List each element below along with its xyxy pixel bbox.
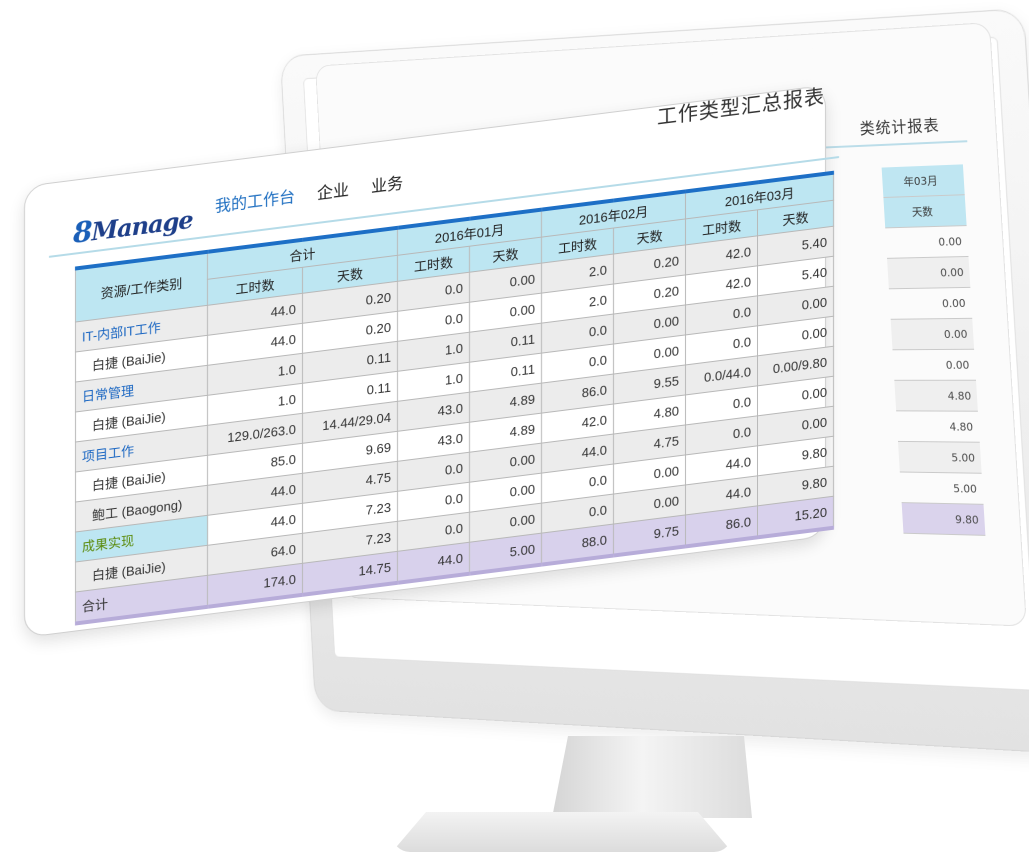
table-row: 0.00 [888, 287, 973, 320]
table-row: 4.80 [894, 380, 978, 412]
app-logo[interactable]: 8Manage [73, 202, 193, 250]
table-row: 天数 [883, 194, 967, 228]
background-cell: 0.00 [885, 225, 969, 259]
background-cell: 0.00 [890, 318, 975, 350]
table-row: 0.00 [887, 256, 971, 289]
background-days-header: 天数 [883, 194, 967, 228]
monitor-stand-neck [552, 736, 752, 818]
background-cell: 5.00 [897, 441, 982, 474]
table-row: 5.00 [899, 471, 984, 505]
table-row: 年03月 [881, 164, 965, 198]
background-month-header: 年03月 [881, 164, 965, 198]
background-cell: 9.80 [901, 502, 986, 536]
background-report-table: 年03月 天数 0.00 0.00 0.00 0.00 0.00 4.80 4.80 5.00 5.… [881, 164, 986, 536]
monitor-stand-base [392, 812, 732, 852]
table-row: 9.80 [901, 502, 986, 536]
table-row: 5.00 [897, 441, 982, 474]
background-report-title: 类统计报表 [859, 115, 941, 139]
table-row: 4.80 [896, 410, 980, 443]
background-cell: 4.80 [896, 410, 980, 443]
nav-enterprise[interactable]: 企业 [317, 176, 349, 204]
background-cell: 0.00 [887, 256, 971, 289]
table-row: 0.00 [890, 318, 975, 350]
logo-eight: 8 [73, 214, 92, 250]
nav-business[interactable]: 业务 [371, 169, 403, 197]
background-cell: 5.00 [899, 471, 984, 505]
background-cell: 0.00 [888, 287, 973, 320]
background-cell: 4.80 [894, 380, 978, 412]
table-row: 0.00 [892, 349, 976, 381]
table-row: 0.00 [885, 225, 969, 259]
nav-my-workbench[interactable]: 我的工作台 [215, 183, 295, 217]
background-cell: 0.00 [892, 349, 976, 381]
main-nav: 我的工作台 企业 业务 [215, 169, 403, 217]
